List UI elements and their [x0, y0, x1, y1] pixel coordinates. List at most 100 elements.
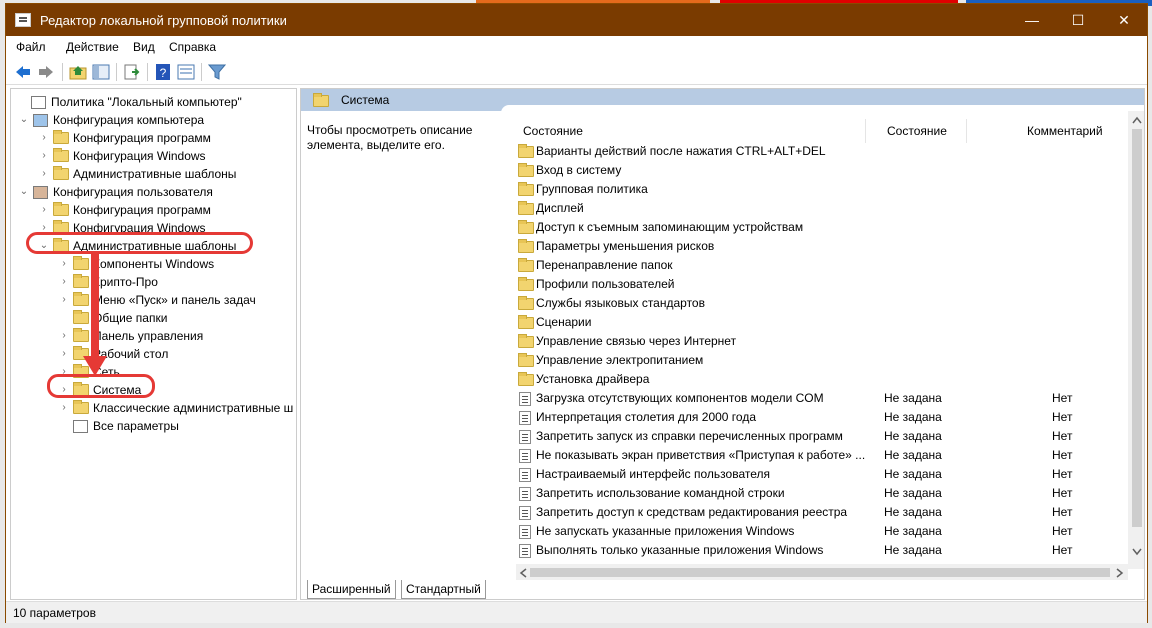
policy-row[interactable]: Загрузка отсутствующих компонентов модел… — [516, 389, 1131, 408]
folder-name: Доступ к съемным запоминающим устройства… — [536, 220, 804, 234]
folder-row[interactable]: Управление электропитанием — [516, 351, 1131, 370]
tree-item[interactable]: Общие папки — [11, 309, 296, 327]
column-header-comment[interactable]: Комментарий — [1027, 124, 1103, 138]
folder-row[interactable]: Параметры уменьшения рисков — [516, 237, 1131, 256]
folder-row[interactable]: Управление связью через Интернет — [516, 332, 1131, 351]
tree-item[interactable]: › Меню «Пуск» и панель задач — [11, 291, 296, 309]
show-hide-tree-icon[interactable] — [92, 63, 110, 81]
filter-icon[interactable] — [208, 63, 226, 81]
tree-item[interactable]: › Панель управления — [11, 327, 296, 345]
expand-chevron-icon[interactable]: › — [59, 345, 69, 363]
folder-row[interactable]: Службы языковых стандартов — [516, 294, 1131, 313]
scroll-left-icon[interactable] — [519, 568, 527, 578]
scroll-down-icon[interactable] — [1132, 548, 1142, 556]
tree-item[interactable]: › Компоненты Windows — [11, 255, 296, 273]
folder-name: Управление связью через Интернет — [536, 334, 737, 348]
tree-item[interactable]: › Конфигурация Windows — [11, 147, 296, 165]
expand-chevron-icon[interactable]: › — [59, 291, 69, 309]
back-arrow-icon[interactable] — [14, 63, 32, 81]
settings-icon — [73, 420, 88, 433]
folder-icon — [73, 328, 89, 342]
policy-comment: Нет — [1052, 467, 1073, 481]
forward-arrow-icon[interactable] — [37, 63, 55, 81]
policy-state: Не задана — [884, 448, 942, 462]
maximize-button[interactable]: ☐ — [1055, 4, 1101, 36]
folder-icon — [518, 277, 534, 291]
column-header-state[interactable]: Состояние — [887, 124, 947, 138]
view-tabs: Расширенный Стандартный — [301, 580, 1144, 599]
menu-file[interactable]: Файл — [16, 40, 46, 54]
scroll-up-icon[interactable] — [1132, 116, 1142, 124]
details-pane: Система Чтобы просмотреть описание элеме… — [300, 88, 1145, 600]
help-icon[interactable]: ? — [154, 63, 172, 81]
title-bar[interactable]: Редактор локальной групповой политики — … — [6, 4, 1147, 36]
policy-row[interactable]: Запретить доступ к средствам редактирова… — [516, 503, 1131, 522]
folder-icon — [518, 144, 534, 158]
expand-chevron-icon[interactable]: › — [39, 129, 49, 147]
horizontal-scroll-thumb[interactable] — [530, 568, 1110, 577]
expand-chevron-icon[interactable]: › — [59, 399, 69, 417]
policy-row[interactable]: Настраиваемый интерфейс пользователя Не з… — [516, 465, 1131, 484]
column-header-name[interactable]: Состояние — [523, 124, 583, 138]
folder-row[interactable]: Дисплей — [516, 199, 1131, 218]
policy-name: Загрузка отсутствующих компонентов модел… — [536, 391, 824, 405]
export-list-icon[interactable] — [123, 63, 141, 81]
tree-item[interactable]: › Конфигурация программ — [11, 129, 296, 147]
folder-row[interactable]: Сценарии — [516, 313, 1131, 332]
properties-icon[interactable] — [177, 63, 195, 81]
tab-extended[interactable]: Расширенный — [307, 580, 396, 599]
expand-chevron-icon[interactable]: › — [39, 147, 49, 165]
tree-item[interactable]: › Конфигурация программ — [11, 201, 296, 219]
tree-item[interactable]: › Крипто-Про — [11, 273, 296, 291]
tree-item[interactable]: ⌄ Конфигурация пользователя — [11, 183, 296, 201]
policy-icon — [31, 96, 46, 109]
close-button[interactable]: ✕ — [1101, 4, 1147, 36]
policy-row[interactable]: Запретить запуск из справки перечисленны… — [516, 427, 1131, 446]
tree-pane: Политика "Локальный компьютер" ⌄ Конфигура… — [10, 88, 297, 600]
tree-item[interactable]: › Административные шаблоны — [11, 165, 296, 183]
expand-chevron-icon[interactable]: › — [59, 327, 69, 345]
collapse-chevron-icon[interactable]: ⌄ — [19, 111, 29, 129]
up-folder-icon[interactable] — [69, 63, 87, 81]
folder-row[interactable]: Перенаправление папок — [516, 256, 1131, 275]
policy-name: Выполнять только указанные приложения Wi… — [536, 543, 824, 557]
app-icon — [15, 13, 31, 27]
policy-row[interactable]: Не запускать указанные приложения Window… — [516, 522, 1131, 541]
policy-row[interactable]: Запретить использование командной строки… — [516, 484, 1131, 503]
menu-action[interactable]: Действие — [66, 40, 119, 54]
policy-row[interactable]: Не показывать экран приветствия «Приступ… — [516, 446, 1131, 465]
folder-row[interactable]: Вход в систему — [516, 161, 1131, 180]
gpedit-window: Редактор локальной групповой политики — … — [5, 3, 1148, 623]
menu-view[interactable]: Вид — [133, 40, 155, 54]
folder-row[interactable]: Групповая политика — [516, 180, 1131, 199]
folder-row[interactable]: Доступ к съемным запоминающим устройства… — [516, 218, 1131, 237]
policy-row[interactable]: Интерпретация столетия для 2000 года Не з… — [516, 408, 1131, 427]
vertical-scroll-thumb[interactable] — [1132, 129, 1142, 527]
collapse-chevron-icon[interactable]: ⌄ — [19, 183, 29, 201]
folder-icon — [73, 400, 89, 414]
folder-name: Профили пользователей — [536, 277, 675, 291]
tree-item[interactable]: Политика "Локальный компьютер" — [11, 93, 296, 111]
folder-icon — [53, 148, 69, 162]
expand-chevron-icon[interactable]: › — [39, 201, 49, 219]
policy-setting-icon — [519, 449, 531, 463]
folder-row[interactable]: Варианты действий после нажатия CTRL+ALT… — [516, 142, 1131, 161]
folder-row[interactable]: Профили пользователей — [516, 275, 1131, 294]
expand-chevron-icon[interactable]: › — [59, 255, 69, 273]
expand-chevron-icon[interactable]: › — [59, 273, 69, 291]
folder-row[interactable]: Установка драйвера — [516, 370, 1131, 389]
expand-chevron-icon[interactable]: › — [39, 165, 49, 183]
tree-item[interactable]: › Рабочий стол — [11, 345, 296, 363]
scroll-right-icon[interactable] — [1116, 568, 1124, 578]
toolbar: ? — [6, 59, 1147, 85]
tree-item[interactable]: ⌄ Конфигурация компьютера — [11, 111, 296, 129]
status-bar: 10 параметров — [6, 601, 1147, 623]
tree-item[interactable]: Все параметры — [11, 417, 296, 435]
policy-row[interactable]: Выполнять только указанные приложения Wi… — [516, 541, 1131, 560]
tab-standard[interactable]: Стандартный — [401, 580, 486, 599]
tree-item[interactable]: › Классические административные ш — [11, 399, 296, 417]
minimize-button[interactable]: — — [1009, 4, 1055, 36]
menu-help[interactable]: Справка — [169, 40, 216, 54]
folder-icon — [73, 274, 89, 288]
folder-name: Вход в систему — [536, 163, 622, 177]
